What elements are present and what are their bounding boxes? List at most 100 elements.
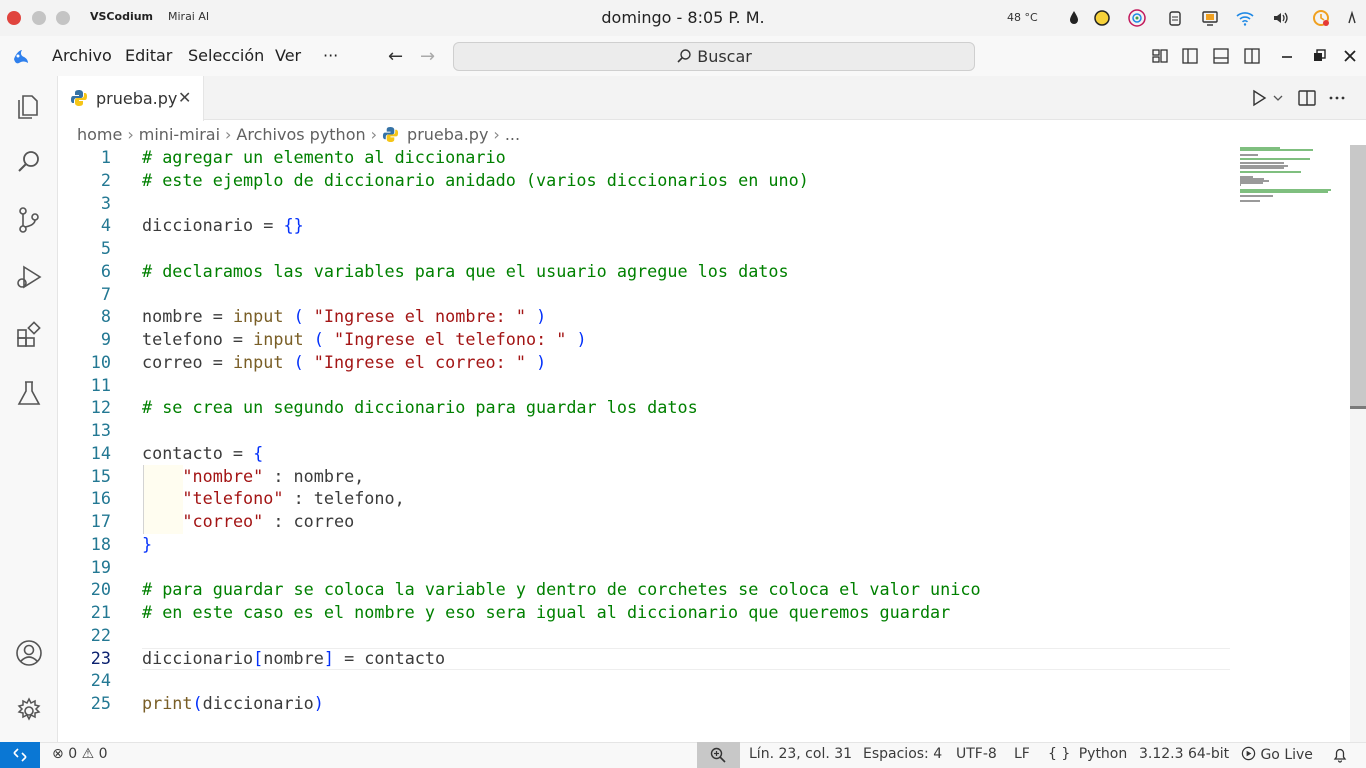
- code-line[interactable]: 4 diccionario = {}: [58, 214, 1238, 236]
- run-and-debug-icon[interactable]: [14, 262, 44, 292]
- menu-archivo[interactable]: Archivo: [52, 46, 112, 65]
- menu-editar[interactable]: Editar: [125, 46, 172, 65]
- wifi-icon[interactable]: [1236, 9, 1254, 27]
- split-editor-icon[interactable]: [1298, 89, 1316, 107]
- code-text[interactable]: # para guardar se coloca la variable y d…: [142, 578, 981, 600]
- customize-layout-icon[interactable]: [1151, 47, 1169, 65]
- scrollbar-thumb[interactable]: [1350, 145, 1366, 409]
- restore-icon[interactable]: [1310, 47, 1328, 65]
- extensions-icon[interactable]: [14, 320, 44, 350]
- code-line[interactable]: 25 print(diccionario): [58, 692, 1238, 714]
- breadcrumb-mini-mirai[interactable]: mini-mirai: [139, 125, 220, 144]
- code-line[interactable]: 5: [58, 237, 1238, 259]
- code-line[interactable]: 13: [58, 419, 1238, 441]
- power-menu-icon[interactable]: [1343, 9, 1361, 27]
- code-line[interactable]: 10 correo = input ( "Ingrese el correo: "…: [58, 351, 1238, 373]
- code-line[interactable]: 6 # declaramos las variables para que el …: [58, 260, 1238, 282]
- vscodium-logo-icon[interactable]: [11, 47, 31, 67]
- cursor-position[interactable]: Lín. 23, col. 31: [749, 746, 852, 762]
- menu-ver[interactable]: Ver: [275, 46, 301, 65]
- cpu-temperature[interactable]: 48 °C: [1007, 11, 1038, 24]
- display-battery-icon[interactable]: [1201, 9, 1219, 27]
- code-text[interactable]: print(diccionario): [142, 692, 324, 714]
- command-center-search[interactable]: Buscar: [453, 42, 975, 71]
- toggle-panel-icon[interactable]: [1212, 47, 1230, 65]
- close-window-dot[interactable]: [7, 11, 21, 25]
- code-line[interactable]: 1 # agregar un elemento al diccionario: [58, 146, 1238, 168]
- code-text[interactable]: correo = input ( "Ingrese el correo: " ): [142, 351, 546, 373]
- code-line[interactable]: 14 contacto = {: [58, 442, 1238, 464]
- code-line[interactable]: 21 # en este caso es el nombre y eso sera…: [58, 601, 1238, 623]
- code-text[interactable]: # se crea un segundo diccionario para gu…: [142, 396, 698, 418]
- more-actions-icon[interactable]: [1328, 89, 1346, 107]
- run-python-file-icon[interactable]: [1250, 89, 1268, 107]
- menu-seleccion[interactable]: Selección: [188, 46, 264, 65]
- code-text[interactable]: diccionario = {}: [142, 214, 304, 236]
- close-icon[interactable]: [1341, 47, 1359, 65]
- code-text[interactable]: "nombre" : nombre,: [142, 465, 364, 487]
- code-line[interactable]: 15 "nombre" : nombre,: [58, 465, 1238, 487]
- breadcrumb-file[interactable]: prueba.py: [407, 125, 488, 144]
- code-line[interactable]: 16 "telefono" : telefono,: [58, 487, 1238, 509]
- code-text[interactable]: "telefono" : telefono,: [142, 487, 404, 509]
- breadcrumb-archivos-python[interactable]: Archivos python: [236, 125, 365, 144]
- explorer-files-icon[interactable]: [14, 90, 44, 120]
- code-text[interactable]: contacto = {: [142, 442, 263, 464]
- code-line[interactable]: 12 # se crea un segundo diccionario para …: [58, 396, 1238, 418]
- security-badge-icon[interactable]: [1128, 9, 1146, 27]
- language-mode[interactable]: { } Python: [1048, 746, 1127, 762]
- breadcrumb-home[interactable]: home: [77, 125, 122, 144]
- code-line[interactable]: 9 telefono = input ( "Ingrese el telefono…: [58, 328, 1238, 350]
- code-line[interactable]: 7: [58, 283, 1238, 305]
- system-app-name[interactable]: VSCodium: [90, 10, 153, 23]
- weather-sun-icon[interactable]: [1093, 9, 1111, 27]
- code-text[interactable]: "correo" : correo: [142, 510, 354, 532]
- code-text[interactable]: nombre = input ( "Ingrese el nombre: " ): [142, 305, 546, 327]
- volume-icon[interactable]: [1272, 9, 1290, 27]
- minimize-window-dot[interactable]: [32, 11, 46, 25]
- minimap[interactable]: [1238, 145, 1350, 742]
- go-live-button[interactable]: Go Live: [1241, 746, 1313, 763]
- code-text[interactable]: telefono = input ( "Ingrese el telefono:…: [142, 328, 587, 350]
- code-text[interactable]: # en este caso es el nombre y eso sera i…: [142, 601, 950, 623]
- code-line[interactable]: 23 diccionario[nombre] = contacto: [58, 647, 1238, 669]
- indentation-setting[interactable]: Espacios: 4: [863, 746, 942, 762]
- code-line[interactable]: 11: [58, 374, 1238, 396]
- chevron-down-icon[interactable]: [1272, 89, 1284, 107]
- toggle-primary-sidebar-icon[interactable]: [1181, 47, 1199, 65]
- python-interpreter[interactable]: 3.12.3 64-bit: [1139, 746, 1229, 762]
- notifications-bell-icon[interactable]: [1332, 747, 1348, 763]
- code-line[interactable]: 22: [58, 624, 1238, 646]
- encoding-setting[interactable]: UTF-8: [956, 746, 997, 762]
- remote-window-button[interactable]: [0, 742, 40, 768]
- go-forward-arrow-icon[interactable]: →: [420, 46, 435, 67]
- system-window-name[interactable]: Mirai AI: [168, 10, 209, 23]
- code-line[interactable]: 19: [58, 556, 1238, 578]
- line-ending-setting[interactable]: LF: [1014, 746, 1030, 762]
- maximize-window-dot[interactable]: [56, 11, 70, 25]
- testing-flask-icon[interactable]: [14, 378, 44, 408]
- drop-icon[interactable]: [1065, 9, 1083, 27]
- code-line[interactable]: 8 nombre = input ( "Ingrese el nombre: " …: [58, 305, 1238, 327]
- go-back-arrow-icon[interactable]: ←: [388, 46, 403, 67]
- toggle-secondary-sidebar-icon[interactable]: [1243, 47, 1261, 65]
- code-line[interactable]: 17 "correo" : correo: [58, 510, 1238, 532]
- minimize-icon[interactable]: [1278, 47, 1296, 65]
- update-notification-icon[interactable]: [1312, 9, 1330, 27]
- code-text[interactable]: # declaramos las variables para que el u…: [142, 260, 789, 282]
- menu-more[interactable]: ···: [323, 46, 338, 65]
- breadcrumb-symbols[interactable]: ...: [505, 125, 520, 144]
- settings-gear-icon[interactable]: [14, 696, 44, 726]
- code-line[interactable]: 20 # para guardar se coloca la variable y…: [58, 578, 1238, 600]
- tab-close-icon[interactable]: ✕: [178, 88, 191, 107]
- code-text[interactable]: # agregar un elemento al diccionario: [142, 146, 506, 168]
- problems-indicator[interactable]: ⊗ 0 ⚠ 0: [52, 746, 108, 762]
- code-line[interactable]: 2 # este ejemplo de diccionario anidado (…: [58, 169, 1238, 191]
- source-control-icon[interactable]: [14, 205, 44, 235]
- accounts-icon[interactable]: [14, 638, 44, 668]
- code-line[interactable]: 24: [58, 669, 1238, 691]
- clipboard-icon[interactable]: [1166, 9, 1184, 27]
- search-icon[interactable]: [14, 147, 44, 177]
- code-text[interactable]: # este ejemplo de diccionario anidado (v…: [142, 169, 809, 191]
- code-line[interactable]: 18}: [58, 533, 1238, 555]
